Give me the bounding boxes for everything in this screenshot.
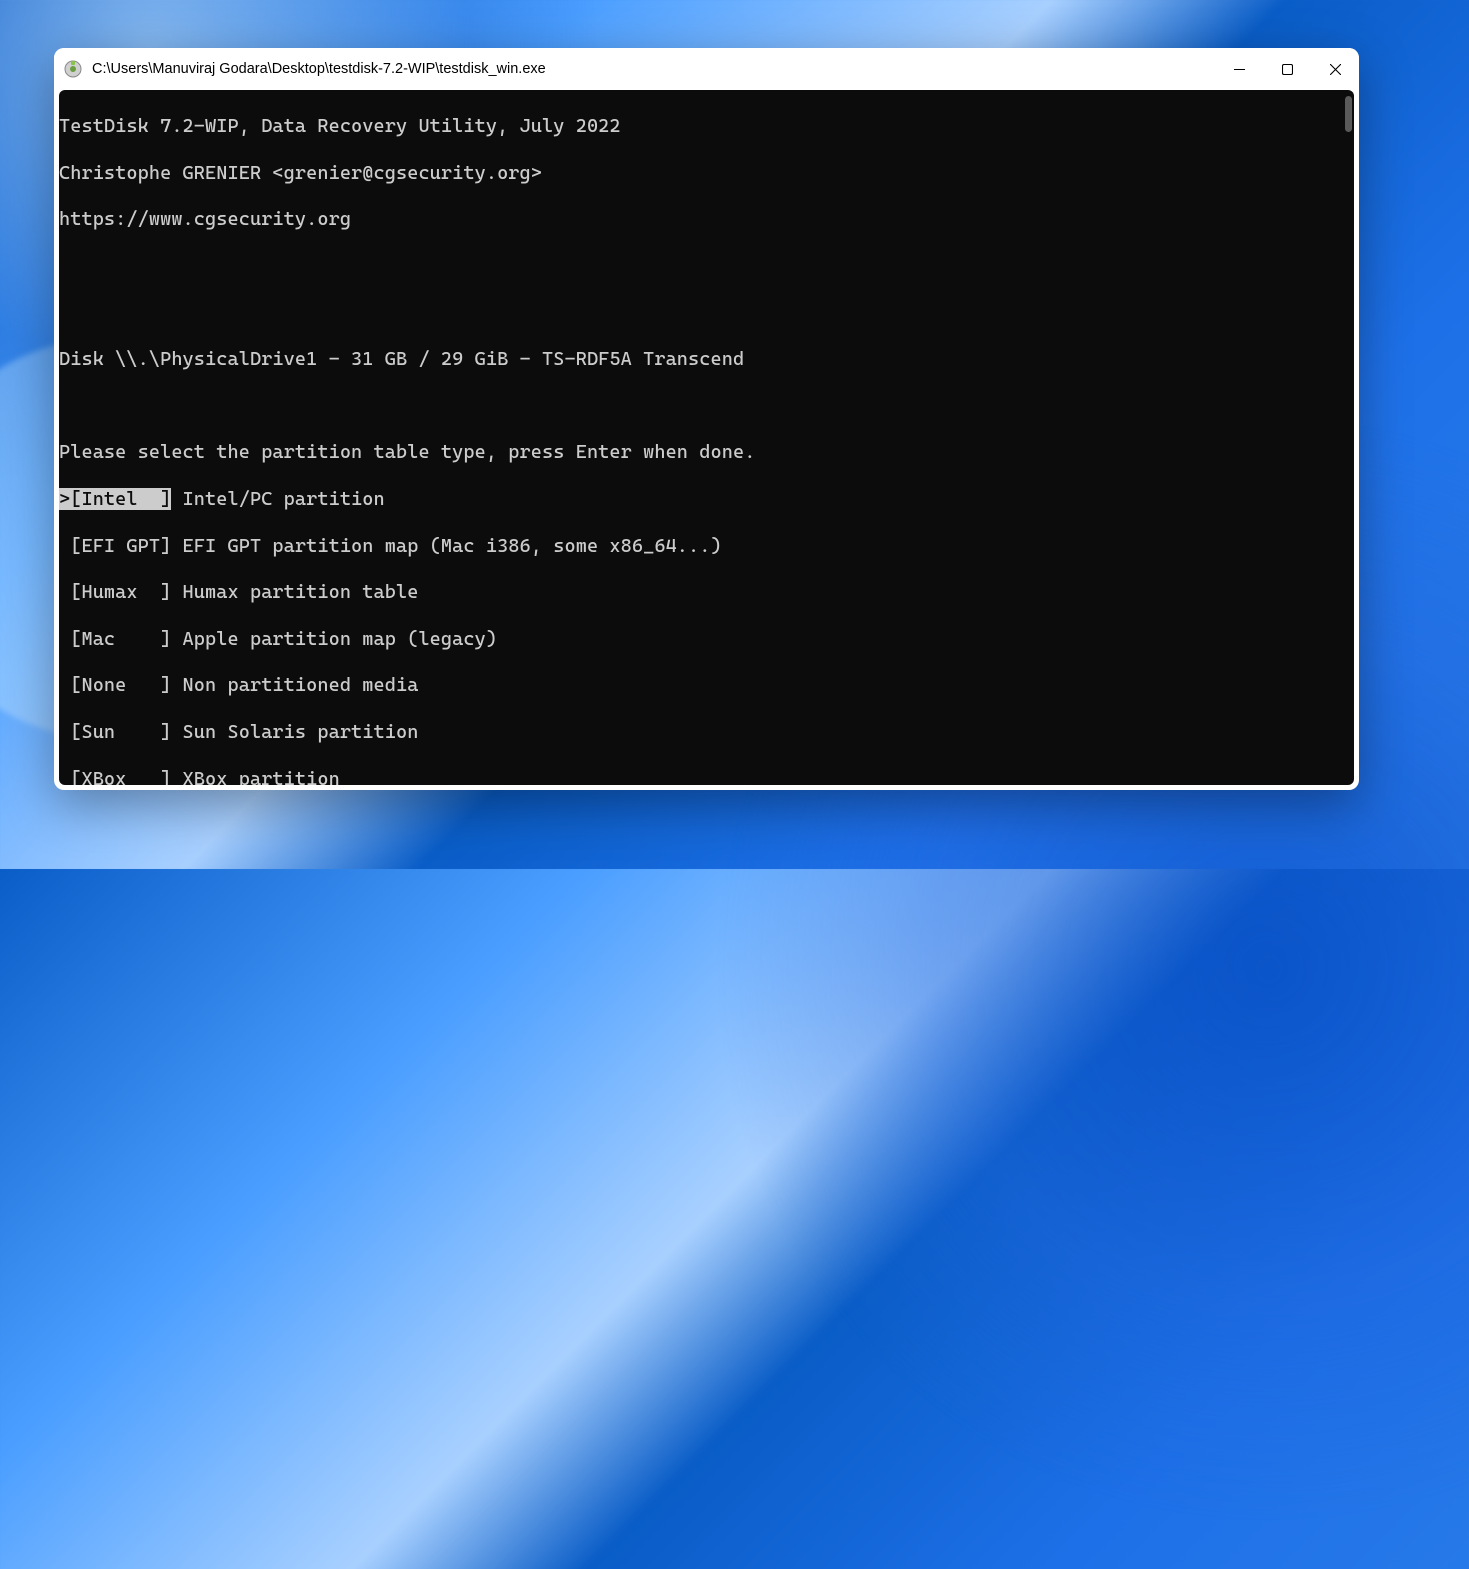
app-icon [64, 60, 82, 78]
close-button[interactable] [1311, 48, 1359, 90]
minimize-button[interactable] [1215, 48, 1263, 90]
terminal-content: TestDisk 7.2-WIP, Data Recovery Utility,… [59, 90, 1354, 785]
header-line: TestDisk 7.2-WIP, Data Recovery Utility,… [59, 115, 1354, 138]
menu-option-mac[interactable]: [Mac ] Apple partition map (legacy) [59, 628, 1354, 651]
header-line: Christophe GRENIER <grenier@cgsecurity.o… [59, 162, 1354, 185]
blank-line [59, 395, 1354, 418]
application-window: C:\Users\Manuviraj Godara\Desktop\testdi… [54, 48, 1359, 790]
disk-info: Disk \\.\PhysicalDrive1 - 31 GB / 29 GiB… [59, 348, 1354, 371]
header-line: https://www.cgsecurity.org [59, 208, 1354, 231]
scrollbar-track[interactable] [1345, 96, 1352, 779]
terminal-area[interactable]: TestDisk 7.2-WIP, Data Recovery Utility,… [59, 90, 1354, 785]
titlebar[interactable]: C:\Users\Manuviraj Godara\Desktop\testdi… [54, 48, 1359, 90]
menu-option-none[interactable]: [None ] Non partitioned media [59, 674, 1354, 697]
menu-option-humax[interactable]: [Humax ] Humax partition table [59, 581, 1354, 604]
scrollbar-thumb[interactable] [1345, 96, 1352, 132]
blank-line [59, 255, 1354, 278]
menu-option-efi-gpt[interactable]: [EFI GPT] EFI GPT partition map (Mac i38… [59, 535, 1354, 558]
maximize-button[interactable] [1263, 48, 1311, 90]
blank-line [59, 302, 1354, 325]
menu-option-xbox[interactable]: [XBox ] XBox partition [59, 768, 1354, 785]
prompt-text: Please select the partition table type, … [59, 441, 1354, 464]
menu-option-intel[interactable]: >[Intel ] Intel/PC partition [59, 488, 1354, 511]
window-controls [1215, 48, 1359, 90]
window-title: C:\Users\Manuviraj Godara\Desktop\testdi… [92, 61, 1215, 77]
menu-option-sun[interactable]: [Sun ] Sun Solaris partition [59, 721, 1354, 744]
